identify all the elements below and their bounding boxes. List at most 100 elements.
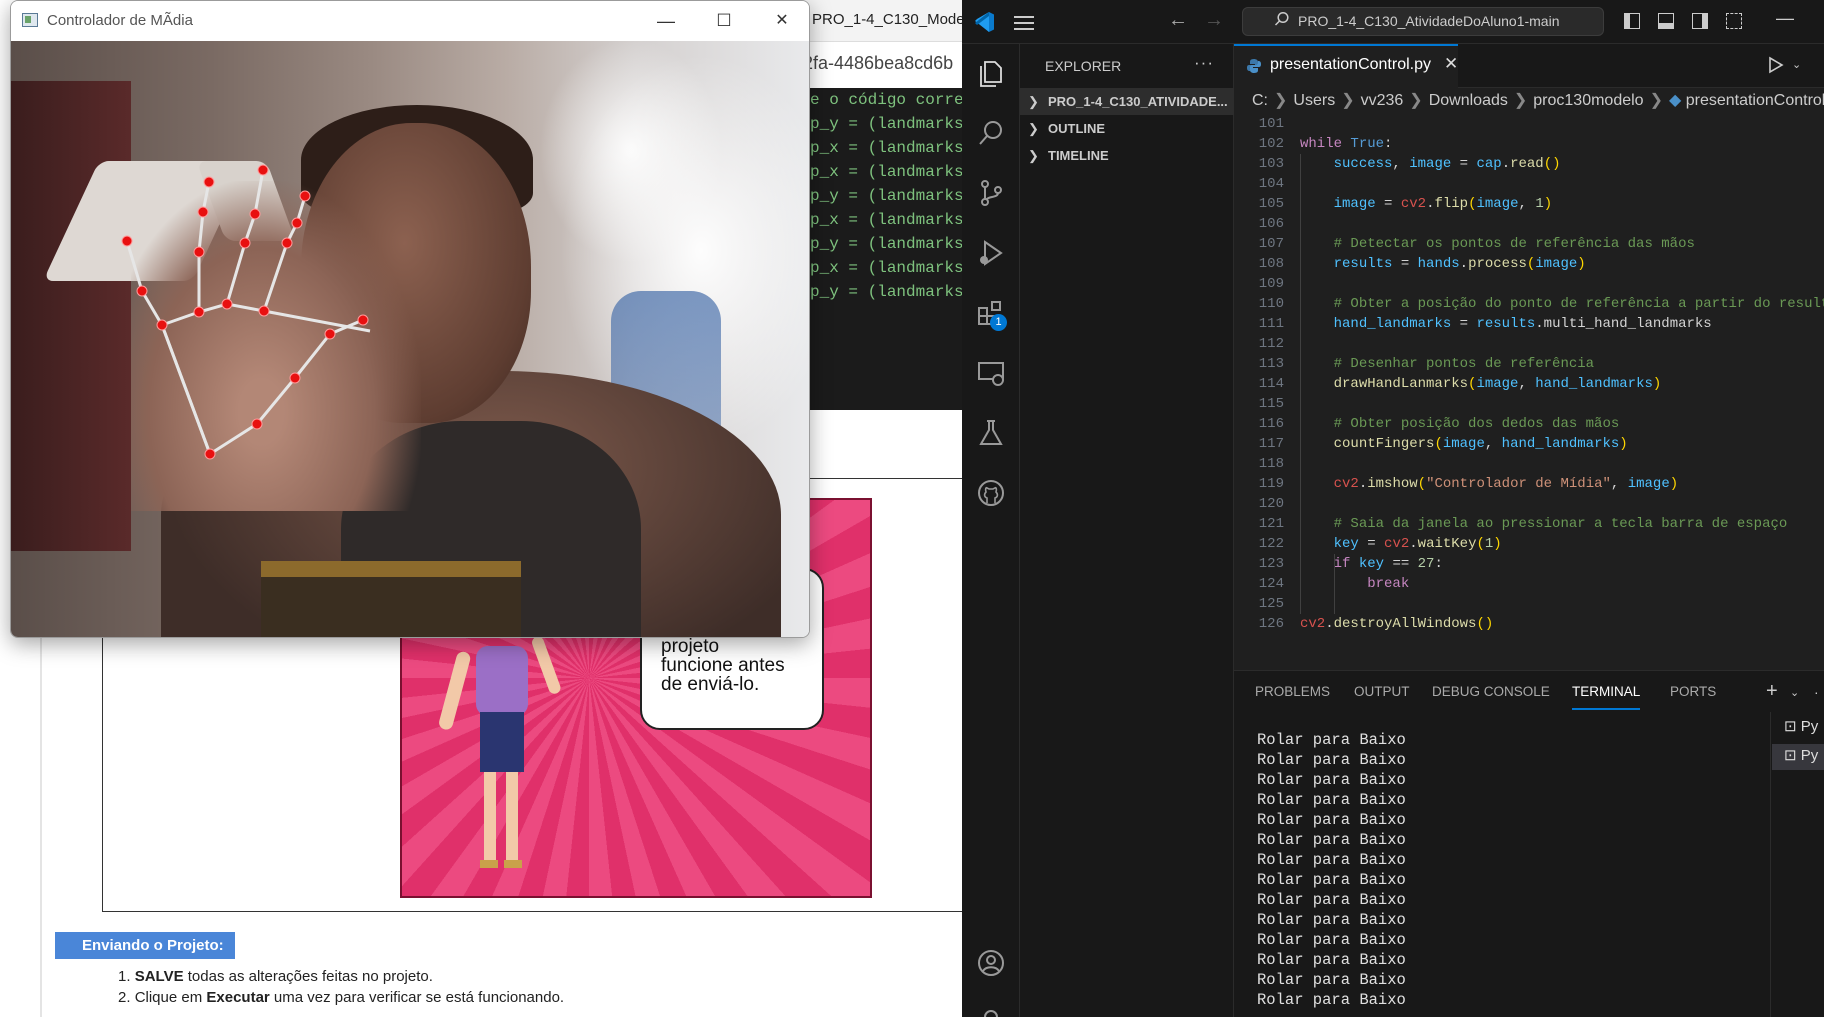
code-line[interactable]: 101 <box>1234 114 1824 134</box>
breadcrumb-item[interactable]: presentationControl.py <box>1686 92 1824 109</box>
terminal-line: Rolar para Baixo <box>1257 951 1406 969</box>
code-line[interactable]: 103 success, image = cap.read() <box>1234 154 1824 174</box>
accounts-icon[interactable] <box>976 948 1006 978</box>
doc-code-line: p_y = (landmarks <box>810 187 962 205</box>
doc-url-text: 2fa-4486bea8cd6b <box>803 53 954 73</box>
line-number: 113 <box>1258 356 1284 372</box>
search-icon <box>1274 11 1289 26</box>
breadcrumb-item[interactable]: Users <box>1293 92 1335 109</box>
run-options-chevron-icon[interactable]: ⌄ <box>1792 58 1801 71</box>
toggle-primary-sidebar-icon[interactable] <box>1624 13 1640 29</box>
explorer-section-project[interactable]: ❯ PRO_1-4_C130_ATIVIDADE... <box>1020 88 1234 115</box>
panel-tab-problems[interactable]: PROBLEMS <box>1255 684 1330 699</box>
breadcrumb-item[interactable]: Downloads <box>1429 92 1508 109</box>
breadcrumb-separator: ❯ <box>1649 92 1663 109</box>
code-text: cv2.destroyAllWindows() <box>1300 616 1494 632</box>
maximize-button[interactable]: ☐ <box>695 1 753 41</box>
panel-tab-output[interactable]: OUTPUT <box>1354 684 1410 699</box>
close-button[interactable]: ✕ <box>753 1 809 41</box>
new-terminal-icon[interactable]: + <box>1766 680 1778 703</box>
explorer-icon[interactable] <box>976 58 1006 88</box>
panel-tab-debug-console[interactable]: DEBUG CONSOLE <box>1432 684 1550 699</box>
code-line[interactable]: 110 # Obter a posição do ponto de referê… <box>1234 294 1824 314</box>
source-control-icon[interactable] <box>976 178 1006 208</box>
code-line[interactable]: 109 <box>1234 274 1824 294</box>
command-center-text: PRO_1-4_C130_AtividadeDoAluno1-main <box>1298 13 1560 29</box>
explorer-section-timeline[interactable]: ❯ TIMELINE <box>1020 142 1234 169</box>
code-line[interactable]: 106 <box>1234 214 1824 234</box>
panel-more-icon[interactable]: · <box>1814 684 1819 700</box>
back-arrow-icon[interactable]: ← <box>1168 9 1188 32</box>
toggle-secondary-sidebar-icon[interactable] <box>1692 13 1708 29</box>
code-line[interactable]: 107 # Detectar os pontos de referência d… <box>1234 234 1824 254</box>
indent-guide <box>1300 154 1301 614</box>
terminal-list-item[interactable]: ⊡ Py <box>1784 746 1818 764</box>
code-line[interactable]: 111 hand_landmarks = results.multi_hand_… <box>1234 314 1824 334</box>
code-line[interactable]: 119 cv2.imshow("Controlador de Mídia", i… <box>1234 474 1824 494</box>
line-number: 121 <box>1258 516 1284 532</box>
step-item: 1. SALVE todas as alterações feitas no p… <box>118 968 433 985</box>
code-line[interactable]: 108 results = hands.process(image) <box>1234 254 1824 274</box>
landmark-connections <box>125 169 371 456</box>
camera-window-titlebar[interactable]: Controlador de MÃdia — ☐ ✕ <box>11 1 809 41</box>
breadcrumb-separator: ❯ <box>1513 92 1528 109</box>
menu-icon[interactable] <box>1014 12 1034 34</box>
terminal-icon: ⊡ <box>1784 747 1801 764</box>
remote-explorer-icon[interactable] <box>976 358 1006 388</box>
code-line[interactable]: 113 # Desenhar pontos de referência <box>1234 354 1824 374</box>
code-line[interactable]: 118 <box>1234 454 1824 474</box>
code-line[interactable]: 116 # Obter posição dos dedos das mãos <box>1234 414 1824 434</box>
tab-close-icon[interactable]: ✕ <box>1444 54 1458 74</box>
code-line[interactable]: 124 break <box>1234 574 1824 594</box>
camera-window[interactable]: Controlador de MÃdia — ☐ ✕ <box>10 0 810 638</box>
search-icon[interactable] <box>976 118 1006 148</box>
code-line[interactable]: 114 drawHandLanmarks(image, hand_landmar… <box>1234 374 1824 394</box>
terminal-output[interactable]: Rolar para Baixo Rolar para Baixo Rolar pa… <box>1257 730 1757 1010</box>
code-line[interactable]: 104 <box>1234 174 1824 194</box>
code-text: key = cv2.waitKey(1) <box>1333 536 1502 552</box>
code-line[interactable]: 112 <box>1234 334 1824 354</box>
toggle-panel-icon[interactable] <box>1658 13 1674 29</box>
line-number: 126 <box>1258 616 1284 632</box>
minimize-button[interactable]: — <box>637 1 695 41</box>
code-line[interactable]: 115 <box>1234 394 1824 414</box>
forward-arrow-icon[interactable]: → <box>1204 9 1224 32</box>
code-line[interactable]: 102 while True: <box>1234 134 1824 154</box>
code-line[interactable]: 117 countFingers(image, hand_landmarks) <box>1234 434 1824 454</box>
chevron-right-icon: ❯ <box>1028 94 1039 109</box>
webcam-feed <box>11 41 809 637</box>
manage-gear-icon[interactable] <box>976 1002 1006 1017</box>
code-text: countFingers(image, hand_landmarks) <box>1333 436 1628 452</box>
line-number: 101 <box>1258 116 1284 132</box>
step-item: 2. Clique em Executar uma vez para verif… <box>118 989 565 1006</box>
doc-code-line: p_x = (landmarks <box>810 259 962 277</box>
code-editor[interactable]: 101 102 while True: 103 success, image = ca… <box>1234 114 1824 670</box>
code-line[interactable]: 126 cv2.destroyAllWindows() <box>1234 614 1824 634</box>
code-line[interactable]: 105 image = cv2.flip(image, 1) <box>1234 194 1824 214</box>
testing-icon[interactable] <box>976 418 1006 448</box>
terminal-list-item[interactable]: ⊡ Py <box>1784 717 1818 735</box>
explorer-section-outline[interactable]: ❯ OUTLINE <box>1020 115 1234 142</box>
code-line[interactable]: 121 # Saia da janela ao pressionar a tec… <box>1234 514 1824 534</box>
line-number: 120 <box>1258 496 1284 512</box>
explorer-more-button[interactable]: ··· <box>1194 53 1214 73</box>
github-icon[interactable] <box>976 478 1006 508</box>
code-line[interactable]: 122 key = cv2.waitKey(1) <box>1234 534 1824 554</box>
run-debug-icon[interactable] <box>976 238 1006 268</box>
terminal-options-chevron-icon[interactable]: ⌄ <box>1790 686 1799 699</box>
customize-layout-icon[interactable] <box>1726 13 1742 29</box>
breadcrumb-item[interactable]: proc130modelo <box>1533 92 1643 109</box>
vscode-minimize-button[interactable]: — <box>1776 8 1794 29</box>
code-line[interactable]: 125 <box>1234 594 1824 614</box>
panel-tab-terminal[interactable]: TERMINAL <box>1572 684 1640 699</box>
python-file-icon: ◆ <box>1668 92 1686 109</box>
code-line[interactable]: 123 if key == 27: <box>1234 554 1824 574</box>
panel-tab-ports[interactable]: PORTS <box>1670 684 1716 699</box>
code-line[interactable]: 120 <box>1234 494 1824 514</box>
doc-code-line: e o código corre <box>810 91 962 109</box>
breadcrumb-item[interactable]: vv236 <box>1361 92 1404 109</box>
tab-label: presentationControl.py <box>1270 56 1431 73</box>
indent-guide <box>1334 554 1335 614</box>
run-python-file-icon[interactable] <box>1768 56 1784 74</box>
breadcrumb-item[interactable]: C: <box>1252 92 1268 109</box>
